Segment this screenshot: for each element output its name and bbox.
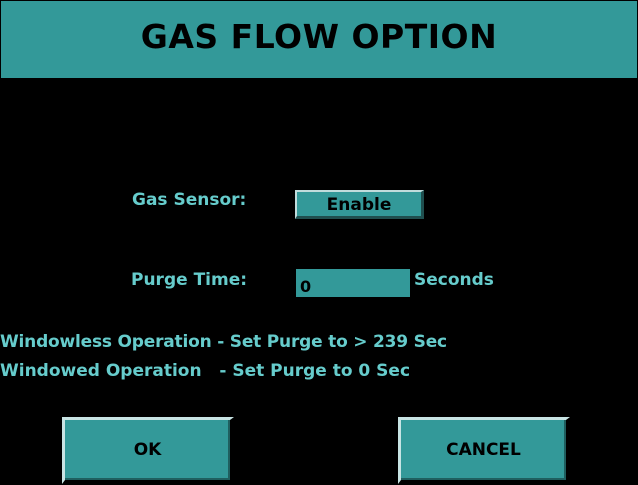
purge-time-input[interactable]: 0 xyxy=(295,268,411,298)
gas-sensor-enable-label: Enable xyxy=(326,194,392,215)
purge-time-label: Purge Time: xyxy=(131,270,248,290)
title-bar: GAS FLOW OPTION xyxy=(0,0,638,79)
ok-button-label: OK xyxy=(133,440,162,460)
cancel-button-label: CANCEL xyxy=(446,440,521,460)
gas-sensor-enable-button[interactable]: Enable xyxy=(295,190,424,219)
gas-flow-option-window: GAS FLOW OPTION Gas Sensor: Enable Purge… xyxy=(0,0,638,485)
windowless-operation-hint: Windowless Operation - Set Purge to > 23… xyxy=(0,332,447,352)
gas-sensor-label: Gas Sensor: xyxy=(132,190,247,210)
cancel-button[interactable]: CANCEL xyxy=(398,417,570,484)
windowed-operation-hint: Windowed Operation - Set Purge to 0 Sec xyxy=(0,361,411,381)
purge-time-unit: Seconds xyxy=(414,270,494,290)
ok-button[interactable]: OK xyxy=(62,417,234,484)
window-title: GAS FLOW OPTION xyxy=(140,17,498,56)
